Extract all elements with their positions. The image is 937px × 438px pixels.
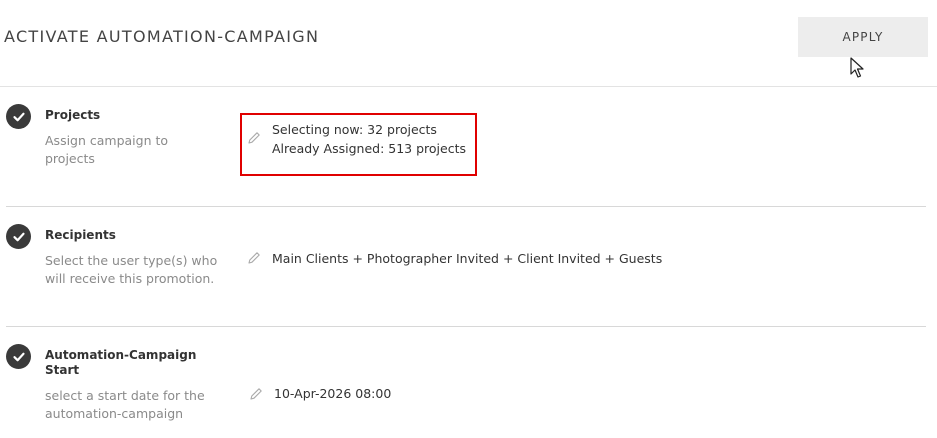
apply-button[interactable]: APPLY: [798, 17, 928, 57]
recipients-value[interactable]: Main Clients + Photographer Invited + Cl…: [272, 249, 662, 268]
recipients-section: Recipients Select the user type(s) who w…: [6, 224, 926, 327]
projects-description: Assign campaign to projects: [45, 133, 169, 166]
projects-title: Projects: [45, 108, 101, 122]
pencil-icon[interactable]: [246, 130, 262, 146]
projects-selecting-value[interactable]: Selecting now: 32 projects: [272, 120, 437, 139]
pencil-icon[interactable]: [248, 386, 264, 402]
pencil-icon[interactable]: [246, 250, 262, 266]
check-circle-icon: [6, 104, 31, 129]
check-circle-icon: [6, 344, 31, 369]
start-description: select a start date for the automation-c…: [45, 388, 205, 421]
check-circle-icon: [6, 224, 31, 249]
recipients-description: Select the user type(s) who will receive…: [45, 253, 218, 286]
projects-assigned-value[interactable]: Already Assigned: 513 projects: [272, 139, 466, 158]
header: ACTIVATE AUTOMATION-CAMPAIGN APPLY: [0, 0, 937, 87]
projects-section: Projects Assign campaign to projects Sel…: [6, 104, 926, 207]
start-date-value[interactable]: 10-Apr-2026 08:00: [274, 384, 391, 403]
recipients-title: Recipients: [45, 228, 116, 242]
start-section: Automation-Campaign Start select a start…: [6, 344, 926, 438]
mouse-pointer-icon: [850, 57, 864, 78]
page-title: ACTIVATE AUTOMATION-CAMPAIGN: [4, 27, 320, 46]
start-title: Automation-Campaign Start: [45, 348, 197, 377]
